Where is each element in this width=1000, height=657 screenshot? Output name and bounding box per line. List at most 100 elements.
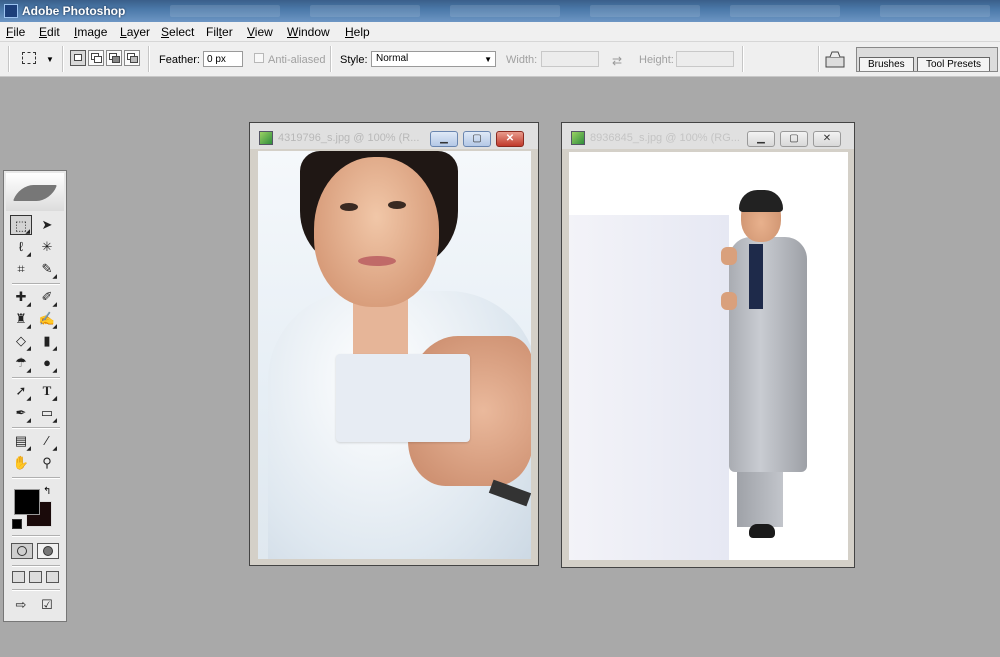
document-window-1[interactable]: 4319796_s.jpg @ 100% (R... ▁ ▢ ✕	[249, 122, 539, 566]
photo-woman-face	[314, 157, 439, 307]
menu-filter[interactable]: Filter	[206, 25, 233, 39]
standard-mode-button[interactable]	[11, 543, 33, 559]
default-colors-icon[interactable]	[12, 519, 22, 529]
magic-wand-tool-icon[interactable]: ✳	[36, 237, 58, 257]
menu-view[interactable]: View	[247, 25, 273, 39]
minimize-button[interactable]: ▁	[430, 131, 458, 147]
separator	[12, 427, 60, 429]
eraser-tool-icon[interactable]: ◇ ◢	[10, 331, 32, 352]
style-select[interactable]: Normal ▼	[371, 51, 496, 67]
maximize-button[interactable]: ▢	[780, 131, 808, 147]
history-brush-tool-icon[interactable]: ✍ ◢	[36, 309, 58, 330]
separator	[330, 46, 332, 72]
close-button[interactable]: ✕	[496, 131, 524, 147]
feather-label: Feather:	[159, 54, 200, 66]
width-input[interactable]	[541, 51, 599, 67]
menu-edit[interactable]: Edit	[39, 25, 60, 39]
file-browser-icon[interactable]	[825, 50, 845, 68]
full-screen-mode-button[interactable]	[46, 571, 59, 583]
menu-help[interactable]: Help	[345, 25, 370, 39]
chevron-down-icon[interactable]: ▼	[46, 55, 54, 64]
foreground-color-swatch[interactable]	[14, 489, 40, 515]
photo-man-tie	[749, 244, 763, 309]
document-title-bar[interactable]: 4319796_s.jpg @ 100% (R... ▁ ▢ ✕	[250, 123, 538, 149]
menu-layer[interactable]: Layer	[120, 25, 150, 39]
notes-tool-icon[interactable]: ▤ ◢	[10, 431, 32, 452]
photo-lips	[358, 256, 396, 266]
blur-tool-icon[interactable]: ☂ ◢	[10, 353, 32, 374]
close-icon: ✕	[505, 133, 515, 144]
healing-brush-tool-icon[interactable]: ✚ ◢	[10, 287, 32, 308]
full-screen-menu-mode-button[interactable]	[29, 571, 42, 583]
edit-in-imageready-icon[interactable]: ☑	[36, 595, 58, 615]
menu-window[interactable]: Window	[287, 25, 330, 39]
close-icon: ✕	[822, 133, 832, 144]
rectangular-marquee-tool-icon[interactable]: ⬚ ◢	[10, 215, 32, 235]
anti-aliased-label: Anti-aliased	[268, 54, 326, 66]
gradient-tool-icon[interactable]: ▮ ◢	[36, 331, 58, 352]
new-selection-button[interactable]	[70, 50, 86, 66]
rectangle-shape-tool-icon[interactable]: ▭ ◢	[36, 403, 58, 424]
zoom-tool-icon[interactable]: ⚲	[36, 453, 58, 473]
image-file-icon	[259, 131, 273, 145]
photo-eye	[340, 203, 358, 211]
photo-man-suit	[729, 237, 807, 472]
document-window-2[interactable]: 8936845_s.jpg @ 100% (RG... ▁ ▢ ✕	[561, 122, 855, 568]
anti-aliased-checkbox[interactable]	[254, 53, 264, 63]
pen-tool-icon[interactable]: ✒ ◢	[10, 403, 32, 424]
separator	[148, 46, 150, 72]
document-canvas[interactable]	[258, 151, 531, 559]
background-tab-ghost	[880, 5, 990, 17]
background-tab-ghost	[310, 5, 420, 17]
subtract-from-selection-button[interactable]	[106, 50, 122, 66]
add-to-selection-button[interactable]	[88, 50, 104, 66]
tab-tool-presets[interactable]: Tool Presets	[917, 57, 991, 71]
jump-to-imageready-icon[interactable]: ⇨	[10, 595, 32, 615]
dodge-tool-icon[interactable]: ● ◢	[36, 353, 58, 374]
brush-tool-icon[interactable]: ✐ ◢	[36, 287, 58, 308]
adobe-feather-logo	[13, 185, 57, 201]
photo-blank-card	[336, 354, 470, 442]
standard-screen-mode-button[interactable]	[12, 571, 25, 583]
crop-tool-icon[interactable]: ⌗	[10, 259, 32, 279]
hand-tool-icon[interactable]: ✋	[10, 453, 32, 473]
style-select-value: Normal	[376, 53, 409, 64]
move-tool-icon[interactable]: ➤	[36, 215, 58, 235]
separator	[12, 589, 60, 591]
path-selection-tool-icon[interactable]: ➚ ◢	[10, 381, 32, 402]
type-tool-icon[interactable]: T ◢	[36, 381, 58, 402]
swap-colors-icon[interactable]: ↰	[43, 486, 51, 497]
quick-mask-mode-button[interactable]	[37, 543, 59, 559]
document-canvas[interactable]	[569, 152, 848, 560]
rect-marquee-preset-icon[interactable]	[22, 52, 36, 64]
app-title: Adobe Photoshop	[22, 4, 126, 18]
clone-stamp-tool-icon[interactable]: ♜ ◢	[10, 309, 32, 330]
swap-width-height-icon[interactable]: ⇄	[612, 54, 622, 68]
background-tab-ghost	[450, 5, 560, 17]
menu-select[interactable]: Select	[161, 25, 194, 39]
feather-input[interactable]	[203, 51, 243, 67]
photo-man-shoe	[749, 524, 775, 538]
background-tab-ghost	[590, 5, 700, 17]
separator	[12, 283, 60, 285]
eyedropper-tool-icon[interactable]: ⁄ ◢	[36, 431, 58, 452]
toolbox-header[interactable]	[6, 173, 64, 211]
gripper[interactable]	[8, 46, 10, 72]
document-name: 4319796_s.jpg @ 100% (R...	[278, 132, 420, 144]
document-title-bar[interactable]: 8936845_s.jpg @ 100% (RG... ▁ ▢ ✕	[562, 123, 854, 149]
separator	[818, 46, 820, 72]
slice-tool-icon[interactable]: ✎ ◢	[36, 259, 58, 280]
height-input[interactable]	[676, 51, 734, 67]
maximize-button[interactable]: ▢	[463, 131, 491, 147]
app-title-bar[interactable]: Adobe Photoshop	[0, 0, 1000, 22]
menu-file[interactable]: File	[6, 25, 25, 39]
photoshop-icon	[4, 4, 18, 18]
menu-image[interactable]: Image	[74, 25, 107, 39]
minimize-button[interactable]: ▁	[747, 131, 775, 147]
tab-brushes[interactable]: Brushes	[859, 57, 914, 71]
close-button[interactable]: ✕	[813, 131, 841, 147]
photo-blank-board	[569, 215, 729, 560]
toolbox: ⬚ ◢ ➤ ℓ ◢ ✳ ⌗ ✎ ◢ ✚ ◢ ✐ ◢ ♜ ◢ ✍ ◢ ◇ ◢ ▮ ◢ ☂ ◢ ● ◢ ➚…	[3, 170, 67, 622]
lasso-tool-icon[interactable]: ℓ ◢	[10, 237, 32, 258]
intersect-selection-button[interactable]	[124, 50, 140, 66]
